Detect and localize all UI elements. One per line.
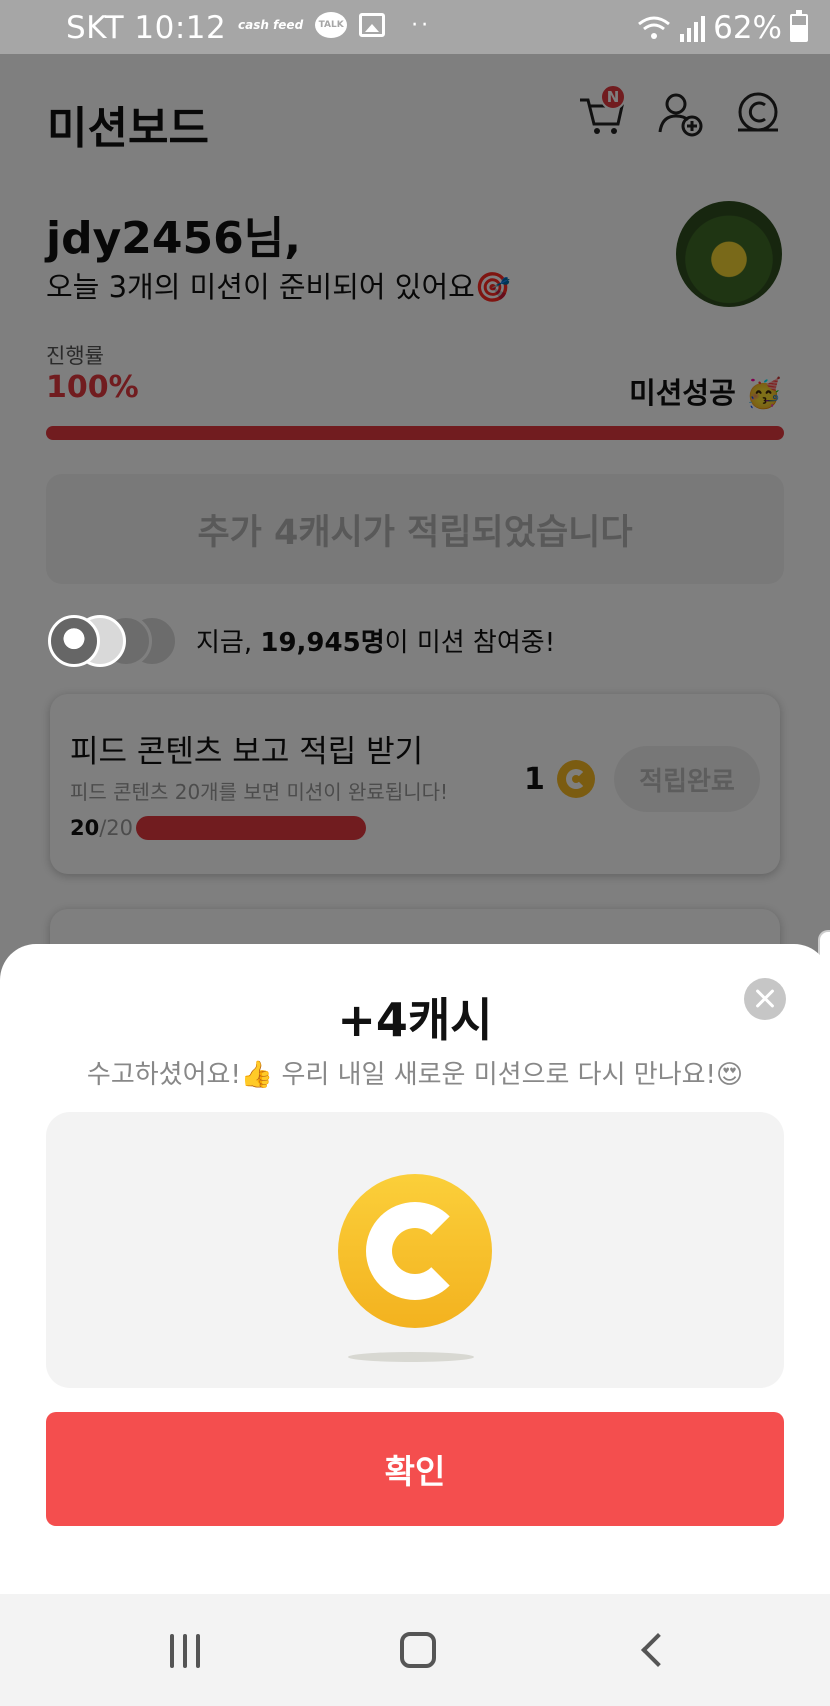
home-icon[interactable] [400,1632,436,1668]
battery-percent: 62% [713,10,782,46]
system-indicators: 62% [637,10,808,46]
recent-apps-icon[interactable] [170,1634,200,1668]
signal-icon [680,16,706,42]
navigation-bar [0,1594,830,1706]
back-icon[interactable] [641,1633,675,1667]
reward-title: +4캐시 [337,993,493,1047]
coin-shadow [348,1352,474,1362]
more-notifications-icon: ·· [411,12,432,38]
status-bar: SKT 10:12 cash feed TALK ·· 62% [0,0,830,54]
participant-avatar [48,615,100,667]
kakaotalk-notification-icon: TALK [315,12,348,38]
battery-icon [790,10,808,42]
coin-illustration-box [46,1112,784,1388]
cashfeed-notification-icon: cash feed [238,17,304,32]
reward-bottom-sheet: +4캐시 수고하셨어요!👍 우리 내일 새로운 미션으로 다시 만나요!😍 확인 [0,944,830,1594]
coin-icon [338,1174,492,1328]
wifi-icon [638,16,671,39]
notification-icons: cash feed TALK ·· [238,12,431,38]
gallery-notification-icon [359,13,386,37]
carrier-time: SKT 10:12 [66,10,227,46]
reward-message: 수고하셨어요!👍 우리 내일 새로운 미션으로 다시 만나요!😍 [86,1060,744,1090]
confirm-button[interactable]: 확인 [46,1412,784,1526]
close-button[interactable] [744,978,786,1020]
